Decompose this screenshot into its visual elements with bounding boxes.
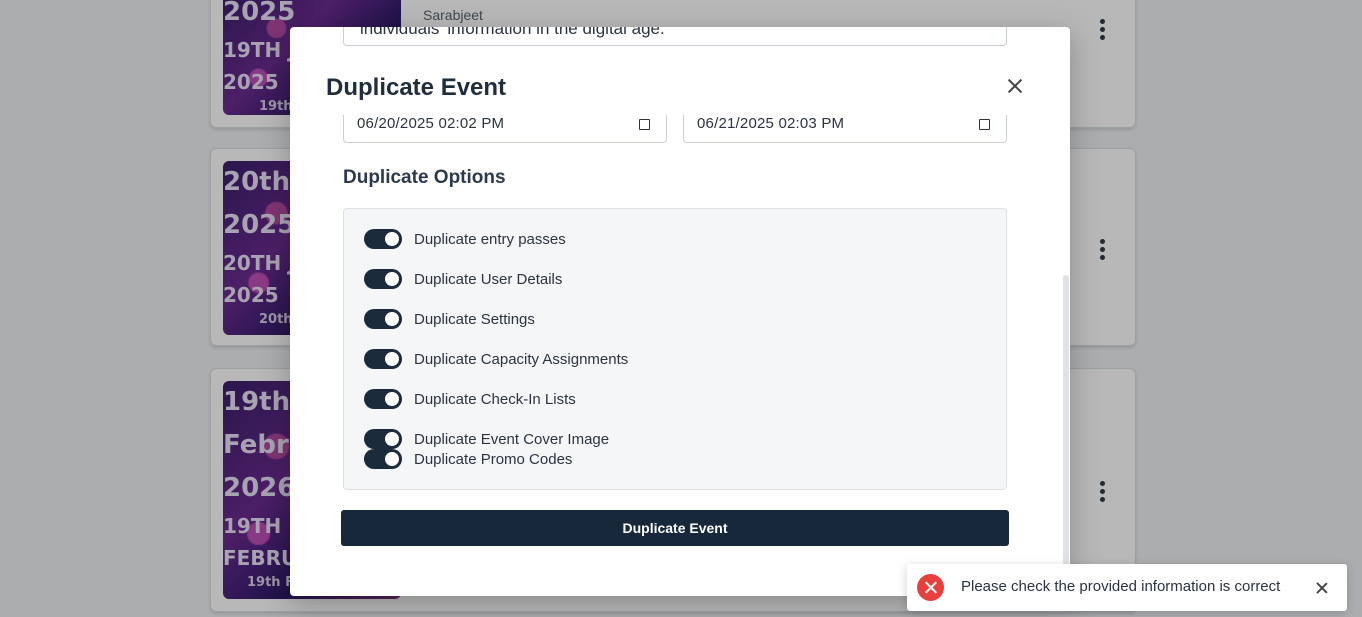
close-icon[interactable] [1005,76,1025,96]
toggle-switch[interactable] [364,389,402,409]
modal-title: Duplicate Event [326,74,507,101]
toggle-switch[interactable] [364,429,402,449]
section-heading: Duplicate Options [343,167,506,188]
description-field[interactable]: individuals' information in the digital … [343,27,1007,46]
start-date-input[interactable]: 06/20/2025 02:02 PM [343,115,667,143]
option-entry-passes: Duplicate entry passes [364,229,566,249]
error-toast: Please check the provided information is… [907,564,1347,611]
toast-message: Please check the provided information is… [961,578,1281,595]
option-label: Duplicate Event Cover Image [414,430,610,448]
start-date-value: 06/20/2025 02:02 PM [357,115,505,132]
calendar-icon[interactable] [979,119,990,130]
option-user-details: Duplicate User Details [364,269,562,289]
description-text: individuals' information in the digital … [360,27,665,38]
toggle-switch[interactable] [364,449,402,469]
toggle-switch[interactable] [364,349,402,369]
close-icon[interactable] [1315,581,1329,595]
modal-scrollbar[interactable] [1063,275,1069,565]
option-capacity-assignments: Duplicate Capacity Assignments [364,349,628,369]
duplicate-event-modal: individuals' information in the digital … [290,27,1070,596]
end-date-value: 06/21/2025 02:03 PM [697,115,845,132]
duplicate-options-panel: Duplicate entry passes Duplicate User De… [343,208,1007,490]
toggle-switch[interactable] [364,269,402,289]
option-label: Duplicate Capacity Assignments [414,350,629,368]
option-settings: Duplicate Settings [364,309,535,329]
option-label: Duplicate Check-In Lists [414,390,576,408]
option-label: Duplicate Promo Codes [414,450,573,468]
toggle-switch[interactable] [364,309,402,329]
error-icon [917,574,944,601]
option-promo-codes: Duplicate Promo Codes [364,449,572,469]
option-label: Duplicate Settings [414,310,535,328]
option-cover-image: Duplicate Event Cover Image [364,429,609,449]
option-label: Duplicate User Details [414,270,563,288]
option-check-in-lists: Duplicate Check-In Lists [364,389,576,409]
option-label: Duplicate entry passes [414,230,566,248]
calendar-icon[interactable] [639,119,650,130]
toggle-switch[interactable] [364,229,402,249]
end-date-input[interactable]: 06/21/2025 02:03 PM [683,115,1007,143]
duplicate-event-button[interactable]: Duplicate Event [341,510,1009,546]
